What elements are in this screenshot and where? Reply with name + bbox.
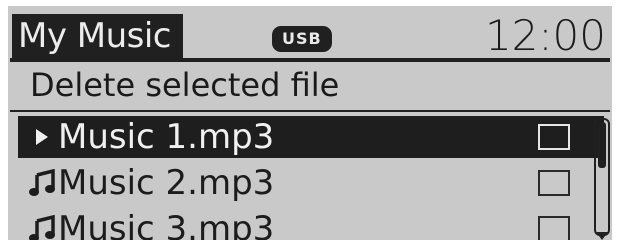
subtitle-divider [10, 110, 610, 112]
scroll-thumb[interactable] [598, 122, 606, 168]
file-row-2[interactable]: Music 2.mp3 [18, 162, 604, 204]
scroll-down-arrow-icon [596, 232, 608, 240]
display-screen: My Music USB 12:00 Delete selected file … [8, 6, 612, 240]
file-row-3[interactable]: Music 3.mp3 [18, 208, 604, 240]
file-name: Music 3.mp3 [58, 209, 275, 240]
screen-title: My Music [12, 14, 184, 58]
file-row-1[interactable]: Music 1.mp3 [18, 116, 604, 158]
select-checkbox[interactable] [538, 124, 570, 150]
music-note-icon [24, 208, 60, 240]
scrollbar[interactable] [594, 118, 610, 236]
select-checkbox[interactable] [538, 170, 570, 196]
select-checkbox[interactable] [538, 216, 570, 240]
usb-badge: USB [272, 26, 332, 52]
file-name: Music 2.mp3 [58, 163, 275, 203]
music-note-icon [24, 162, 60, 204]
play-arrow-icon [24, 116, 60, 158]
file-name: Music 1.mp3 [58, 117, 275, 157]
menu-subtitle: Delete selected file [30, 66, 340, 104]
header-bar: My Music USB 12:00 [8, 6, 612, 60]
clock: 12:00 [484, 11, 606, 60]
file-list: Music 1.mp3 Music 2.mp3 Music 3.mp3 [18, 116, 604, 240]
